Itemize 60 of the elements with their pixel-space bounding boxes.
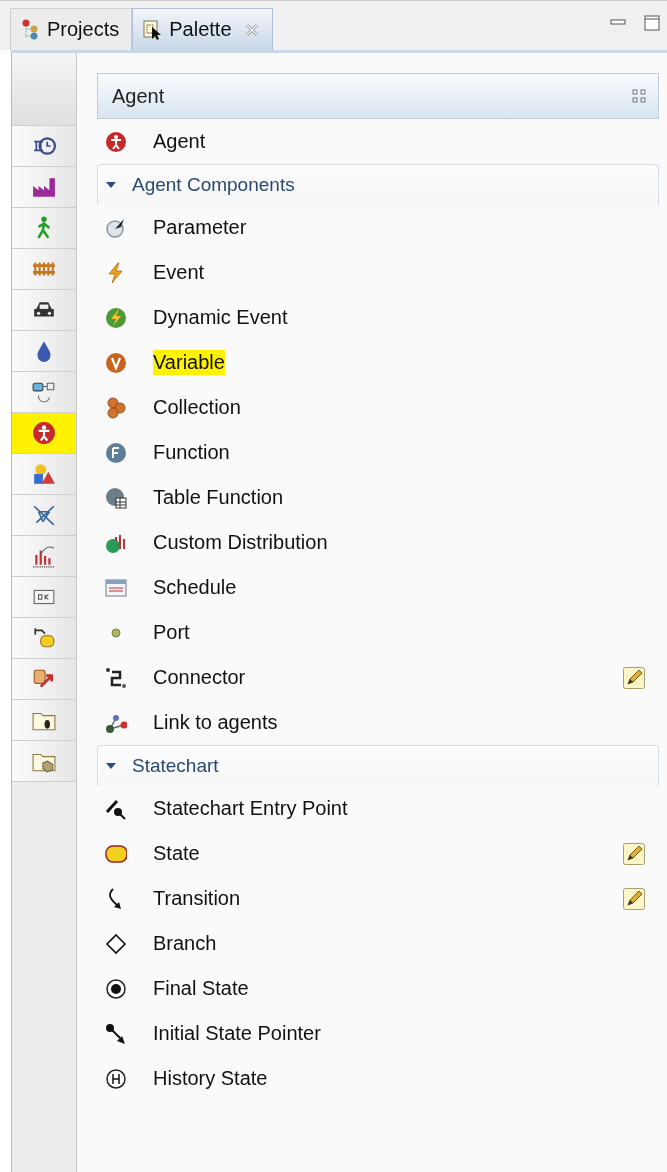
palette-item[interactable]: Initial State Pointer <box>153 1021 321 1046</box>
target-icon <box>105 977 127 1000</box>
grid-icon[interactable] <box>632 89 646 103</box>
palette-item[interactable]: History State <box>153 1066 268 1091</box>
palette-item[interactable]: Link to agents <box>153 710 278 735</box>
category-button[interactable] <box>12 126 76 167</box>
table-circle-icon <box>105 486 127 509</box>
palette-item[interactable]: Custom Distribution <box>153 530 328 555</box>
palette-item[interactable]: Schedule <box>153 575 237 600</box>
cluster-icon <box>105 396 127 419</box>
pencil-icon[interactable] <box>623 887 645 910</box>
palette-item[interactable]: Branch <box>153 931 217 956</box>
maximize-icon[interactable] <box>643 14 661 32</box>
palette-item[interactable]: Connector <box>153 665 246 690</box>
section-title: Agent Components <box>132 174 295 196</box>
palette-item[interactable]: Statechart Entry Point <box>153 796 348 821</box>
palette-item[interactable]: Dynamic Event <box>153 305 288 330</box>
person-icon <box>105 130 127 153</box>
palette-item[interactable]: Final State <box>153 976 249 1001</box>
lightning-circle-icon <box>105 306 127 329</box>
palette-item[interactable]: Variable <box>153 350 225 375</box>
section-title: Statechart <box>132 755 219 777</box>
caret-icon <box>106 761 116 771</box>
pointer-icon <box>105 1022 127 1045</box>
network-icon <box>32 503 56 527</box>
entry-point-icon <box>105 797 127 820</box>
circled-h-icon <box>105 1067 127 1090</box>
section-header[interactable]: Agent Components <box>97 164 659 205</box>
palette-item[interactable]: Collection <box>153 395 241 420</box>
palette-item[interactable]: State <box>153 841 200 866</box>
circle-icon <box>105 441 127 464</box>
caret-icon <box>106 180 116 190</box>
factory-icon <box>32 175 56 199</box>
palette-title: Agent <box>112 84 166 108</box>
bar-chart-icon <box>32 544 56 568</box>
pencil-icon[interactable] <box>623 666 645 689</box>
palette-item[interactable]: Function <box>153 440 230 465</box>
pencil-icon[interactable] <box>623 842 645 865</box>
palette-item[interactable]: Port <box>153 620 190 645</box>
category-button[interactable] <box>12 290 76 331</box>
palette-item[interactable]: Table Function <box>153 485 284 510</box>
diamond-icon <box>105 932 127 955</box>
palette-item[interactable]: Agent <box>153 129 206 154</box>
person-icon <box>32 421 56 445</box>
view-tab[interactable]: Projects <box>10 8 133 50</box>
palette-item[interactable]: Parameter <box>153 215 247 240</box>
shapes-icon <box>32 462 56 486</box>
state-arrow-icon <box>32 626 56 650</box>
section-header[interactable]: Statechart <box>97 745 659 786</box>
flow-icon <box>32 380 56 404</box>
clock-icon <box>32 134 56 158</box>
calendar-icon <box>105 576 127 599</box>
palette-item[interactable]: Event <box>153 260 205 285</box>
category-button[interactable] <box>12 167 76 208</box>
view-tab[interactable]: Palette <box>132 8 273 50</box>
palette-item[interactable]: Transition <box>153 886 241 911</box>
category-button[interactable] <box>12 495 76 536</box>
circle-icon <box>105 351 127 374</box>
connector-icon <box>105 666 127 689</box>
category-button[interactable] <box>12 331 76 372</box>
